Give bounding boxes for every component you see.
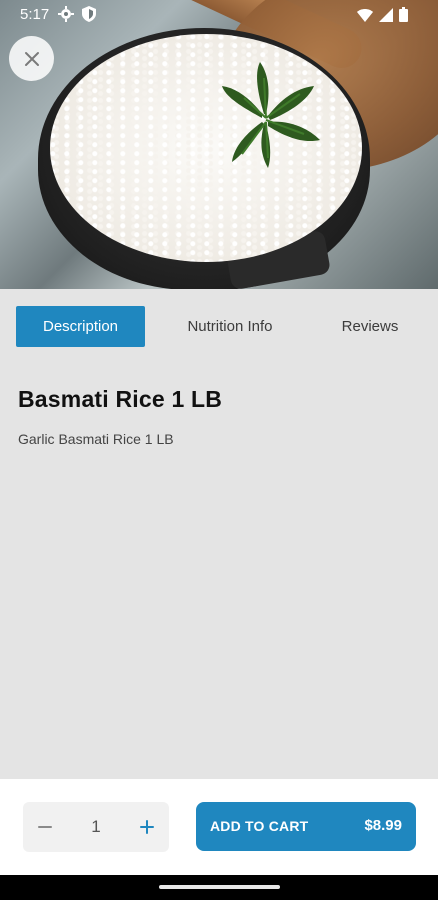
cart-bar: 1 ADD TO CART $8.99 [0,779,438,875]
minus-icon [38,826,52,828]
quantity-value: 1 [91,817,101,836]
status-time: 5:17 [20,6,50,23]
add-to-cart-button[interactable]: ADD TO CART $8.99 [196,802,416,851]
tab-reviews[interactable]: Reviews [328,306,412,347]
add-to-cart-label: ADD TO CART [210,818,309,834]
tab-bar: Description Nutrition Info Reviews [0,289,438,364]
product-description: Garlic Basmati Rice 1 LB [18,431,174,447]
description-panel: Basmati Rice 1 LB Garlic Basmati Rice 1 … [18,386,420,447]
battery-icon [399,7,408,22]
system-navigation-bar [0,875,438,900]
gear-icon [58,6,74,22]
product-title: Basmati Rice 1 LB [18,386,223,412]
shield-icon [82,6,96,22]
tab-description[interactable]: Description [16,306,145,347]
cart-price: $8.99 [364,817,402,834]
close-button[interactable] [9,36,54,81]
close-icon [24,51,39,66]
parsley-garnish [222,62,320,168]
increase-quantity-button[interactable] [125,802,169,852]
quantity-stepper: 1 [23,802,169,852]
product-hero-image [0,0,438,289]
decrease-quantity-button[interactable] [23,802,67,852]
tab-nutrition-info[interactable]: Nutrition Info [170,306,290,347]
status-bar: 5:17 [0,0,438,30]
wifi-icon [357,8,373,22]
signal-icon [379,7,393,22]
home-indicator[interactable] [159,885,280,889]
plus-icon [140,820,154,834]
